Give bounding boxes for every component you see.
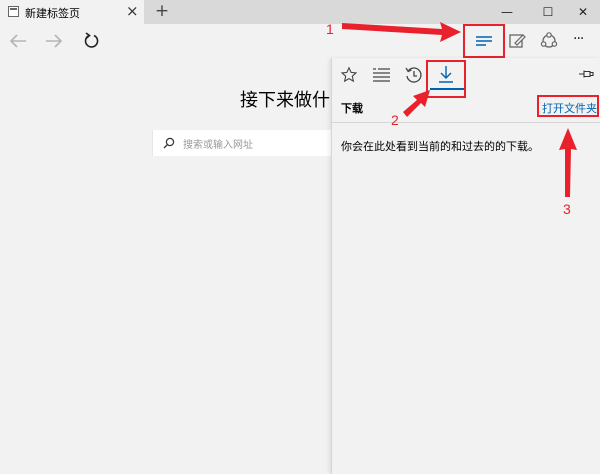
refresh-icon[interactable] <box>81 31 101 51</box>
share-icon[interactable] <box>538 30 560 52</box>
search-input[interactable]: 搜索或输入网址 <box>152 130 333 156</box>
pin-icon[interactable] <box>578 67 594 81</box>
downloads-highlight-box <box>426 60 466 98</box>
hub-highlight-box <box>463 24 505 58</box>
tab-close-icon[interactable]: × <box>126 2 139 20</box>
more-icon[interactable]: ··· <box>573 31 584 47</box>
callout-number-3: 3 <box>563 201 571 217</box>
tab-new-tab[interactable]: 新建标签页 × <box>0 0 144 24</box>
downloads-empty-message: 你会在此处看到当前的和过去的的下载。 <box>341 140 539 153</box>
new-tab-button[interactable]: + <box>150 0 174 24</box>
hub-divider <box>332 122 600 123</box>
maximize-button[interactable]: ☐ <box>531 0 565 24</box>
page-icon <box>8 6 19 17</box>
callout-number-2: 2 <box>391 112 399 128</box>
open-folder-highlight-box <box>537 95 599 117</box>
reading-list-icon[interactable] <box>372 66 392 84</box>
new-tab-page <box>0 58 332 474</box>
search-placeholder: 搜索或输入网址 <box>183 140 253 151</box>
tab-title: 新建标签页 <box>25 7 80 20</box>
back-icon[interactable] <box>8 32 28 50</box>
note-icon[interactable] <box>507 31 527 51</box>
search-icon <box>163 137 175 149</box>
downloads-heading: 下载 <box>341 102 363 115</box>
close-window-button[interactable]: ✕ <box>566 0 600 24</box>
forward-icon[interactable] <box>44 32 64 50</box>
hub-panel: 下载 打开文件夹 你会在此处看到当前的和过去的的下载。 <box>331 58 600 474</box>
callout-number-1: 1 <box>326 21 334 37</box>
page-headline: 接下来做什 <box>240 90 330 111</box>
minimize-button[interactable]: — <box>490 0 524 24</box>
favorites-icon[interactable] <box>340 66 358 84</box>
history-icon[interactable] <box>404 65 424 85</box>
